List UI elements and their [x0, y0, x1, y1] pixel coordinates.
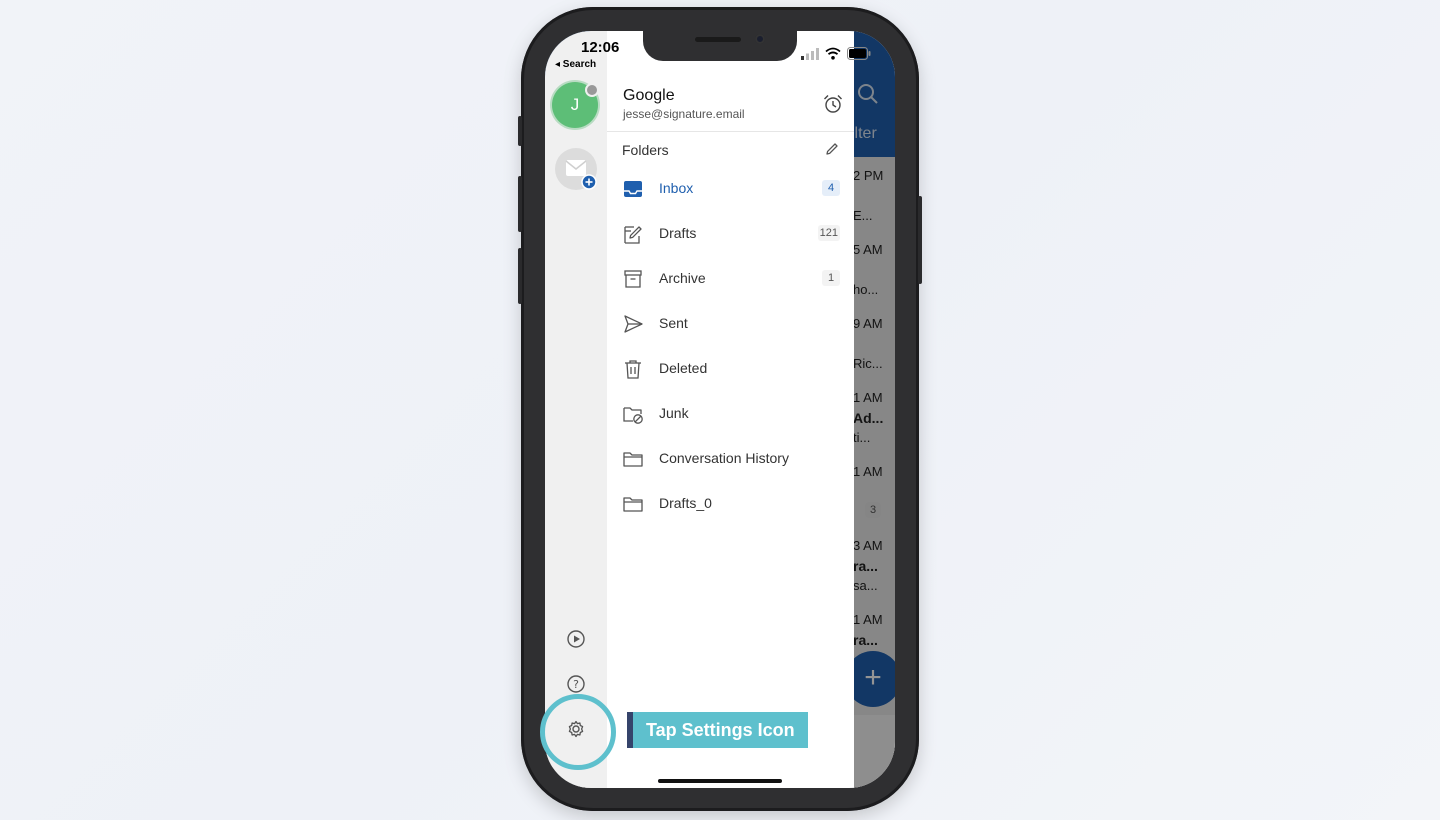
folder-label: Sent	[659, 315, 688, 331]
status-icons	[801, 46, 871, 62]
front-camera	[755, 34, 765, 44]
folder-junk[interactable]: Junk	[607, 394, 854, 434]
trash-icon	[625, 360, 641, 379]
unread-count-badge: 4	[822, 180, 840, 196]
instruction-callout: Tap Settings Icon	[627, 712, 808, 748]
junk-icon	[623, 407, 643, 424]
back-to-search-link[interactable]: ◂ Search	[555, 59, 596, 70]
account-divider	[607, 131, 854, 132]
folder-sent[interactable]: Sent	[607, 304, 854, 344]
sent-icon	[624, 315, 643, 333]
alarm-clock-icon[interactable]	[822, 93, 844, 115]
speaker-grille	[695, 37, 741, 42]
signal-icon	[801, 48, 819, 60]
folder-icon	[623, 497, 643, 512]
status-time: 12:06	[581, 39, 620, 56]
notch	[643, 31, 797, 61]
play-icon[interactable]	[565, 628, 587, 650]
plus-badge-icon	[581, 174, 597, 190]
folder-inbox[interactable]: Inbox 4	[607, 169, 854, 209]
drafts-icon	[624, 226, 642, 244]
item-count-badge: 121	[817, 225, 840, 241]
volume-down-button	[518, 248, 522, 304]
svg-text:?: ?	[573, 678, 579, 691]
wifi-icon	[825, 47, 841, 60]
home-indicator[interactable]	[658, 779, 782, 783]
folder-deleted[interactable]: Deleted	[607, 349, 854, 389]
presence-dot	[585, 83, 599, 97]
folder-icon	[623, 452, 643, 467]
folders-header: Folders	[622, 142, 669, 158]
folder-label: Conversation History	[659, 450, 789, 466]
item-count-badge: 1	[822, 270, 840, 286]
volume-up-button	[518, 176, 522, 232]
folder-archive[interactable]: Archive 1	[607, 259, 854, 299]
folder-drafts[interactable]: Drafts 121	[607, 214, 854, 254]
edit-pencil-icon[interactable]	[824, 141, 840, 157]
help-icon[interactable]: ?	[565, 673, 587, 695]
folder-drawer: Google jesse@signature.email Folders Inb…	[607, 31, 854, 788]
archive-icon	[624, 270, 642, 288]
account-name: Google	[623, 87, 675, 104]
folder-label: Deleted	[659, 360, 708, 376]
folder-drafts-0[interactable]: Drafts_0	[607, 484, 854, 524]
settings-highlight-ring	[540, 694, 616, 770]
account-email: jesse@signature.email	[623, 107, 745, 121]
power-button	[918, 196, 922, 284]
phone-screen: ilter 2 PM E... 5 AM ho... 9 AM Ric... 1…	[545, 31, 895, 788]
mute-switch	[518, 116, 522, 146]
battery-icon	[847, 47, 871, 60]
folder-label: Inbox	[659, 180, 694, 196]
folder-label: Drafts_0	[659, 495, 712, 511]
folder-label: Drafts	[659, 225, 697, 241]
folder-label: Archive	[659, 270, 706, 286]
add-account-button[interactable]	[555, 148, 597, 190]
account-rail: J ?	[545, 31, 607, 788]
folder-conversation-history[interactable]: Conversation History	[607, 439, 854, 479]
inbox-icon	[624, 181, 642, 197]
folder-label: Junk	[659, 405, 689, 421]
